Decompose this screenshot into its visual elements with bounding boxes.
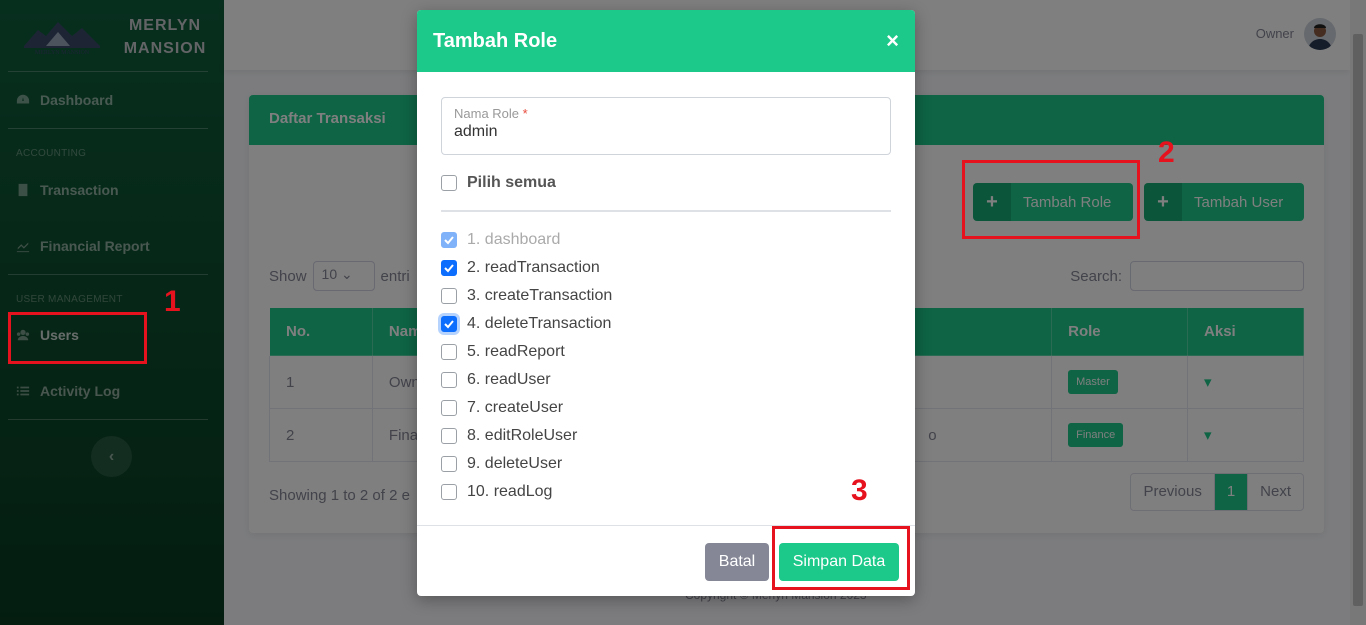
permission-checkbox[interactable]: 7. createUser <box>441 394 891 422</box>
role-name-label: Nama Role * <box>454 106 528 121</box>
close-icon[interactable]: × <box>886 28 899 54</box>
permission-checkbox[interactable]: 4. deleteTransaction <box>441 310 891 338</box>
checkbox[interactable] <box>441 456 457 472</box>
permission-checkbox[interactable]: 5. readReport <box>441 338 891 366</box>
modal-header: Tambah Role × <box>417 10 915 72</box>
permission-checkbox[interactable]: 6. readUser <box>441 366 891 394</box>
annotation-label-1: 1 <box>164 285 181 318</box>
add-role-modal: Tambah Role × Nama Role * admin Pilih se… <box>417 10 915 596</box>
cancel-button[interactable]: Batal <box>705 543 769 581</box>
checkbox[interactable] <box>441 484 457 500</box>
annotation-box-2 <box>962 160 1140 239</box>
permission-list: 1. dashboard 2. readTransaction 3. createT… <box>441 226 891 506</box>
checkbox[interactable] <box>441 400 457 416</box>
permission-checkbox[interactable]: 3. createTransaction <box>441 282 891 310</box>
annotation-box-1 <box>8 312 147 364</box>
separator <box>441 210 891 212</box>
role-name-field[interactable]: Nama Role * admin <box>441 97 891 155</box>
permission-checkbox: 1. dashboard <box>441 226 891 254</box>
select-all-checkbox[interactable]: Pilih semua <box>441 169 891 197</box>
checkbox <box>441 232 457 248</box>
check-icon <box>444 264 454 273</box>
checkbox[interactable] <box>441 175 457 191</box>
permission-checkbox[interactable]: 2. readTransaction <box>441 254 891 282</box>
checkbox[interactable] <box>441 288 457 304</box>
role-name-value: admin <box>454 123 498 140</box>
checkbox[interactable] <box>441 372 457 388</box>
check-icon <box>444 320 454 329</box>
permission-checkbox[interactable]: 9. deleteUser <box>441 450 891 478</box>
checkbox[interactable] <box>441 428 457 444</box>
annotation-label-3: 3 <box>851 474 868 507</box>
checkbox[interactable] <box>441 344 457 360</box>
checkbox[interactable] <box>441 316 457 332</box>
annotation-label-2: 2 <box>1158 136 1175 169</box>
checkbox[interactable] <box>441 260 457 276</box>
modal-title: Tambah Role <box>433 29 558 52</box>
modal-body: Nama Role * admin Pilih semua 1. dashboa… <box>417 72 915 531</box>
permission-checkbox[interactable]: 10. readLog <box>441 478 891 506</box>
annotation-box-3 <box>772 526 910 590</box>
check-icon <box>444 236 454 245</box>
permission-checkbox[interactable]: 8. editRoleUser <box>441 422 891 450</box>
